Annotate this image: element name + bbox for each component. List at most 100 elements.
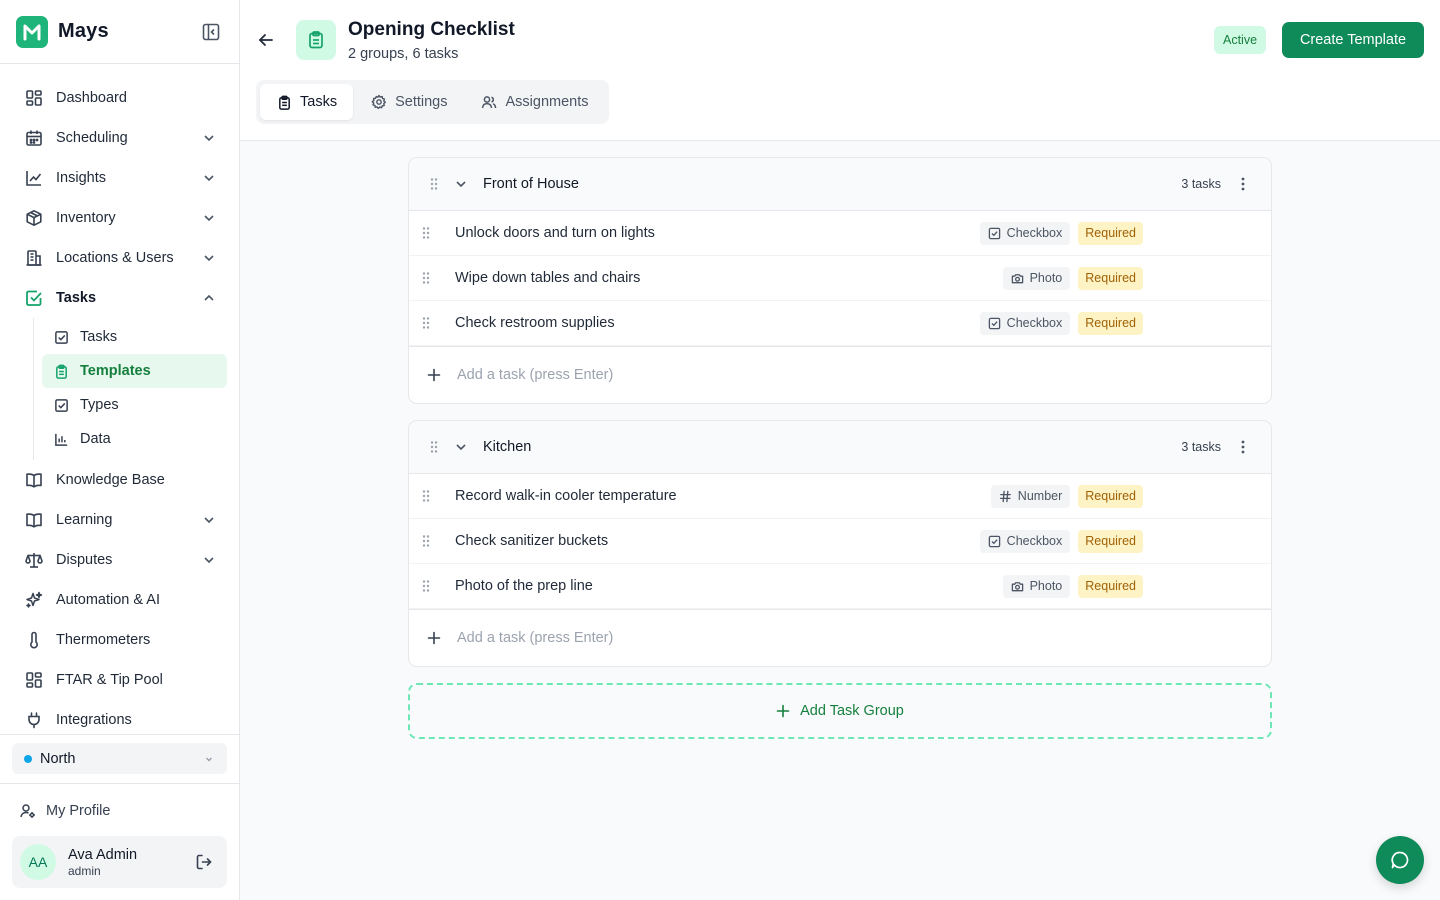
sidebar-item-learning[interactable]: Learning [0, 500, 239, 540]
task-row[interactable]: Check sanitizer buckets Checkbox Require… [409, 519, 1271, 564]
sidebar-item-ftar-tip-pool[interactable]: FTAR & Tip Pool [0, 660, 239, 700]
chevron-down-icon[interactable] [201, 130, 217, 146]
chevron-down-icon[interactable] [201, 250, 217, 266]
tasks-submenu: Tasks Templates Types Data [33, 318, 227, 460]
task-group-kitchen: Kitchen 3 tasks Record walk-in cooler te… [408, 420, 1272, 667]
drag-handle-icon[interactable] [421, 489, 431, 503]
bar-chart-icon [53, 431, 69, 447]
mays-logo-icon[interactable] [16, 15, 48, 48]
tab-tasks[interactable]: Tasks [260, 84, 354, 120]
sidebar-item-label: Locations & Users [56, 250, 174, 266]
chevron-up-icon[interactable] [201, 290, 217, 306]
location-status-dot [24, 754, 32, 763]
logout-icon[interactable] [195, 853, 213, 871]
task-row[interactable]: Record walk-in cooler temperature Number… [409, 474, 1271, 519]
add-task-input[interactable] [457, 630, 857, 646]
chevron-down-icon[interactable] [453, 176, 469, 192]
sidebar-item-automation-ai[interactable]: Automation & AI [0, 580, 239, 620]
tab-assignments[interactable]: Assignments [465, 84, 604, 120]
drag-handle-icon[interactable] [421, 316, 431, 330]
required-badge: Required [1078, 266, 1143, 290]
add-task-group-button[interactable]: Add Task Group [408, 683, 1272, 739]
chevron-down-icon[interactable] [201, 512, 217, 528]
task-row[interactable]: Check restroom supplies Checkbox Require… [409, 301, 1271, 346]
camera-icon [1011, 272, 1024, 285]
gear-icon [371, 94, 387, 110]
drag-handle-icon[interactable] [429, 440, 439, 454]
sidebar-item-locations-users[interactable]: Locations & Users [0, 238, 239, 278]
drag-handle-icon[interactable] [421, 534, 431, 548]
sidebar-subitem-data[interactable]: Data [42, 422, 227, 456]
task-chips: Photo Required [1002, 266, 1143, 290]
sidebar-item-label: Insights [56, 170, 106, 186]
add-task-input[interactable] [457, 367, 857, 383]
chevron-down-icon[interactable] [201, 210, 217, 226]
location-select[interactable]: North [12, 743, 227, 774]
sidebar-subitem-tasks[interactable]: Tasks [42, 320, 227, 354]
tab-settings[interactable]: Settings [355, 84, 463, 120]
task-name: Record walk-in cooler temperature [455, 488, 677, 504]
task-name: Unlock doors and turn on lights [455, 225, 655, 241]
drag-handle-icon[interactable] [429, 177, 439, 191]
drag-handle-icon[interactable] [421, 579, 431, 593]
task-group-front-of-house: Front of House 3 tasks Unlock doors and … [408, 157, 1272, 404]
chevron-down-icon[interactable] [201, 170, 217, 186]
sidebar-item-tasks[interactable]: Tasks [0, 278, 239, 318]
check-square-icon [53, 397, 69, 413]
task-row[interactable]: Photo of the prep line Photo Required [409, 564, 1271, 609]
task-type-label: Checkbox [1006, 316, 1063, 330]
sidebar-item-disputes[interactable]: Disputes [0, 540, 239, 580]
task-group-header: Kitchen 3 tasks [409, 421, 1271, 474]
sidebar-item-knowledge-base[interactable]: Knowledge Base [0, 460, 239, 500]
required-badge: Required [1078, 574, 1143, 598]
task-row[interactable]: Unlock doors and turn on lights Checkbox… [409, 211, 1271, 256]
box-icon [24, 208, 44, 228]
clipboard-icon [296, 20, 336, 60]
sidebar-item-scheduling[interactable]: Scheduling [0, 118, 239, 158]
create-template-button[interactable]: Create Template [1282, 22, 1424, 58]
group-title: Front of House [483, 176, 579, 192]
sidebar-nav: Dashboard Scheduling Insights Inventory … [0, 64, 239, 740]
check-square-icon [24, 288, 44, 308]
back-arrow-icon[interactable] [256, 30, 276, 50]
sidebar-subitem-label: Data [80, 431, 111, 447]
task-name: Wipe down tables and chairs [455, 270, 641, 286]
sidebar-collapse-icon[interactable] [199, 20, 223, 44]
group-title: Kitchen [483, 439, 532, 455]
task-type-badge: Checkbox [979, 529, 1071, 553]
sidebar-item-thermometers[interactable]: Thermometers [0, 620, 239, 660]
chevron-down-icon[interactable] [453, 439, 469, 455]
sidebar-item-dashboard[interactable]: Dashboard [0, 78, 239, 118]
task-type-label: Number [1017, 489, 1063, 503]
sidebar-item-insights[interactable]: Insights [0, 158, 239, 198]
chat-bubble-icon[interactable] [1376, 836, 1424, 884]
tab-label: Settings [395, 94, 448, 110]
task-type-badge: Photo [1002, 574, 1071, 598]
sidebar-item-label: Inventory [56, 210, 116, 226]
add-task-row [409, 346, 1271, 403]
plus-icon[interactable] [427, 631, 441, 645]
task-chips: Checkbox Required [979, 311, 1143, 335]
required-badge: Required [1078, 529, 1143, 553]
more-vertical-icon[interactable] [1235, 176, 1251, 192]
sidebar-item-label: Automation & AI [56, 592, 160, 608]
check-square-icon [53, 329, 69, 345]
my-profile-label: My Profile [46, 803, 111, 819]
plus-icon[interactable] [427, 368, 441, 382]
task-type-label: Checkbox [1006, 534, 1063, 548]
more-vertical-icon[interactable] [1235, 439, 1251, 455]
my-profile-link[interactable]: My Profile [20, 803, 110, 819]
drag-handle-icon[interactable] [421, 226, 431, 240]
sidebar-divider [0, 783, 240, 784]
task-row[interactable]: Wipe down tables and chairs Photo Requir… [409, 256, 1271, 301]
required-badge: Required [1078, 311, 1143, 335]
sidebar-subitem-types[interactable]: Types [42, 388, 227, 422]
drag-handle-icon[interactable] [421, 271, 431, 285]
task-type-badge: Photo [1002, 266, 1071, 290]
task-type-badge: Checkbox [979, 221, 1071, 245]
sidebar-item-inventory[interactable]: Inventory [0, 198, 239, 238]
chevron-down-icon[interactable] [201, 552, 217, 568]
sidebar-subitem-templates[interactable]: Templates [42, 354, 227, 388]
plus-icon [776, 704, 790, 718]
calendar-icon [24, 128, 44, 148]
